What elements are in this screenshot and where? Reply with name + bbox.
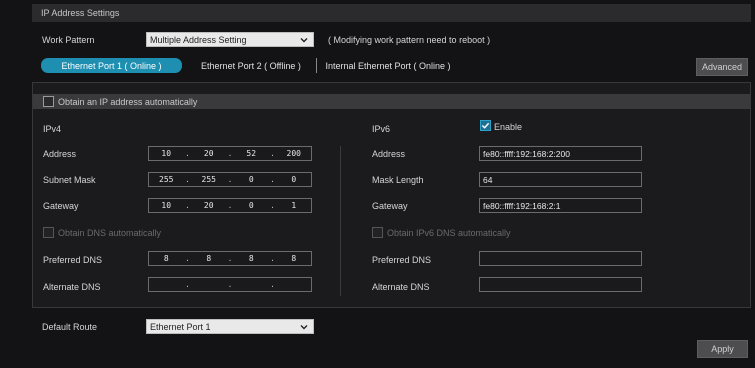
chevron-down-icon — [300, 325, 308, 330]
octet-separator: . — [185, 201, 190, 210]
mask-length-label: Mask Length — [372, 175, 424, 185]
advanced-button[interactable]: Advanced — [696, 58, 748, 76]
subnet-mask-label: Subnet Mask — [43, 175, 96, 185]
ipv6-alternate-dns-input[interactable] — [479, 277, 642, 292]
ipv6-enable-label: Enable — [494, 122, 523, 132]
ipv6-alternate-dns-label: Alternate DNS — [372, 282, 430, 292]
ipv4-address-octet-1: 10 — [161, 149, 172, 158]
default-route-label: Default Route — [42, 322, 98, 332]
gateway-octet-2: 20 — [203, 201, 214, 210]
alternate-dns-label: Alternate DNS — [43, 282, 101, 292]
settings-panel — [32, 82, 751, 308]
tab-ethernet-port-1[interactable]: Ethernet Port 1 ( Online ) — [41, 58, 182, 73]
default-route-select[interactable]: Ethernet Port 1 — [146, 319, 314, 334]
section-header-bar — [32, 4, 751, 22]
pdns-octet-2: 8 — [206, 254, 212, 263]
ipv6-address-input[interactable]: fe80::ffff:192:168:2:200 — [479, 146, 642, 161]
octet-separator: . — [185, 175, 190, 184]
ipv6-address-label: Address — [372, 149, 406, 159]
gateway-octet-4: 1 — [291, 201, 297, 210]
subnet-octet-4: 0 — [291, 175, 297, 184]
subnet-octet-3: 0 — [248, 175, 254, 184]
octet-separator: . — [227, 175, 233, 184]
ipv6-preferred-dns-label: Preferred DNS — [372, 255, 432, 265]
tab-internal-ethernet-port[interactable]: Internal Ethernet Port ( Online ) — [318, 58, 458, 73]
work-pattern-note: ( Modifying work pattern need to reboot … — [328, 35, 491, 45]
ipv6-title: IPv6 — [372, 124, 391, 134]
section-title: IP Address Settings — [41, 8, 120, 18]
preferred-dns-label: Preferred DNS — [43, 255, 103, 265]
octet-separator: . — [185, 254, 190, 263]
ipv6-enable-checkbox[interactable] — [480, 120, 491, 131]
pdns-octet-3: 8 — [248, 254, 254, 263]
subnet-octet-2: 255 — [201, 175, 216, 184]
octet-separator: . — [227, 254, 233, 263]
ipv4-title: IPv4 — [43, 124, 62, 134]
ipv4-gateway-label: Gateway — [43, 201, 79, 211]
gateway-octet-3: 0 — [248, 201, 254, 210]
apply-button[interactable]: Apply — [697, 340, 748, 358]
gateway-octet-1: 10 — [161, 201, 172, 210]
octet-separator: . — [227, 149, 233, 158]
work-pattern-label: Work Pattern — [42, 35, 95, 45]
work-pattern-select[interactable]: Multiple Address Setting — [146, 32, 314, 47]
octet-separator: . — [227, 201, 233, 210]
ipv4-gateway-input[interactable]: 10. 20. 0. 1 — [148, 198, 312, 213]
ipv6-gateway-label: Gateway — [372, 201, 408, 211]
ipv4-address-octet-4: 200 — [286, 149, 301, 158]
subnet-mask-input[interactable]: 255. 255. 0. 0 — [148, 172, 312, 187]
ipv4-address-octet-3: 52 — [246, 149, 257, 158]
ipv6-gateway-input[interactable]: fe80::ffff:192:168:2:1 — [479, 198, 642, 213]
tab-ethernet-port-2[interactable]: Ethernet Port 2 ( Offline ) — [190, 58, 312, 73]
octet-separator: . — [270, 149, 275, 158]
default-route-value: Ethernet Port 1 — [150, 321, 211, 332]
obtain-dns-auto-checkbox[interactable] — [43, 227, 54, 238]
subnet-octet-1: 255 — [159, 175, 174, 184]
octet-separator: . — [270, 280, 275, 289]
ipv4-address-input[interactable]: 10. 20. 52. 200 — [148, 146, 312, 161]
ipv4-address-octet-2: 20 — [203, 149, 214, 158]
work-pattern-value: Multiple Address Setting — [150, 34, 247, 45]
preferred-dns-input[interactable]: 8. 8. 8. 8 — [148, 251, 312, 266]
obtain-ipv6-dns-label: Obtain IPv6 DNS automatically — [387, 228, 511, 238]
chevron-down-icon — [300, 38, 308, 43]
ipv6-preferred-dns-input[interactable] — [479, 251, 642, 266]
octet-separator: . — [185, 149, 190, 158]
ipv4-address-label: Address — [43, 149, 77, 159]
octet-separator: . — [227, 280, 233, 289]
obtain-ipv6-dns-checkbox[interactable] — [372, 227, 383, 238]
octet-separator: . — [270, 175, 275, 184]
obtain-ip-auto-label: Obtain an IP address automatically — [58, 97, 198, 107]
obtain-dns-auto-label: Obtain DNS automatically — [58, 228, 162, 238]
alternate-dns-input[interactable]: . . . — [148, 277, 312, 292]
pdns-octet-4: 8 — [291, 254, 297, 263]
mask-length-input[interactable]: 64 — [479, 172, 642, 187]
octet-separator: . — [185, 280, 190, 289]
tab-divider — [316, 58, 317, 73]
octet-separator: . — [270, 254, 275, 263]
octet-separator: . — [270, 201, 275, 210]
checkmark-icon — [481, 122, 490, 129]
pdns-octet-1: 8 — [163, 254, 169, 263]
obtain-ip-auto-checkbox[interactable] — [43, 96, 54, 107]
column-divider — [340, 146, 341, 296]
